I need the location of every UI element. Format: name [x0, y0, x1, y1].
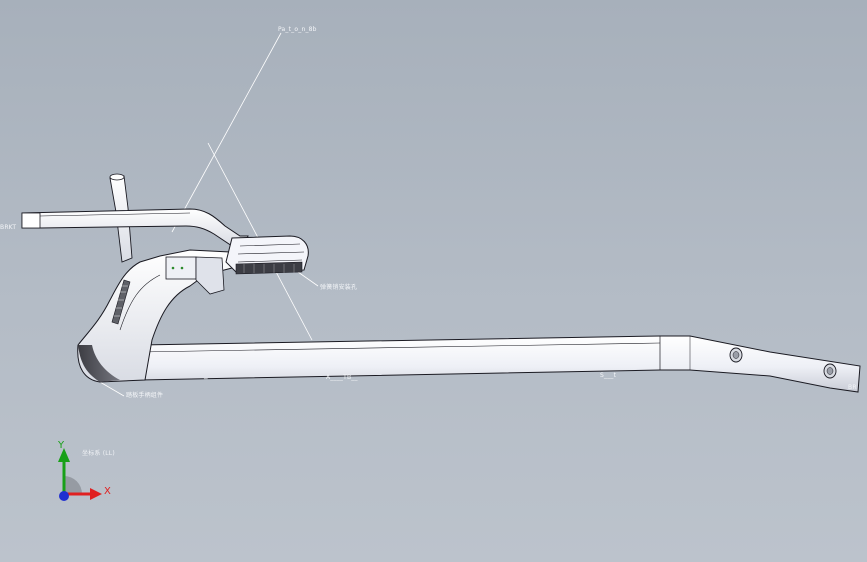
callout-under-pivot: ─: [204, 376, 208, 383]
z-axis-dot: [59, 491, 69, 501]
upper-arm[interactable]: [21, 208, 249, 247]
orientation-triad[interactable]: Y X: [44, 436, 124, 516]
callout-center[interactable]: A____TB__: [326, 374, 358, 381]
arm-end-cap: [21, 212, 41, 229]
foot-pad[interactable]: [225, 235, 309, 275]
callout-right[interactable]: BR: [848, 384, 857, 391]
cad-model-view[interactable]: [0, 0, 867, 562]
graphics-viewport[interactable]: Pa_t_o_n_8b BRKT 弹簧销安装孔 踏板手柄组件 A____TB__…: [0, 0, 867, 562]
callout-left[interactable]: BRKT: [0, 224, 16, 231]
callout-tiny: ..........: [170, 256, 188, 262]
y-axis-label: Y: [58, 440, 65, 451]
triad-graphic: [58, 448, 102, 501]
callout-spring-pin-hole[interactable]: 弹簧销安装孔: [320, 282, 357, 291]
callout-right-bar[interactable]: S___t: [600, 372, 616, 379]
callout-pedal-handle[interactable]: 踏板手柄组件: [126, 390, 163, 399]
x-axis-arrow: [90, 488, 102, 500]
main-lever-bar[interactable]: [139, 335, 861, 393]
callout-top[interactable]: Pa_t_o_n_8b: [278, 26, 317, 33]
x-axis-label: X: [104, 486, 111, 497]
